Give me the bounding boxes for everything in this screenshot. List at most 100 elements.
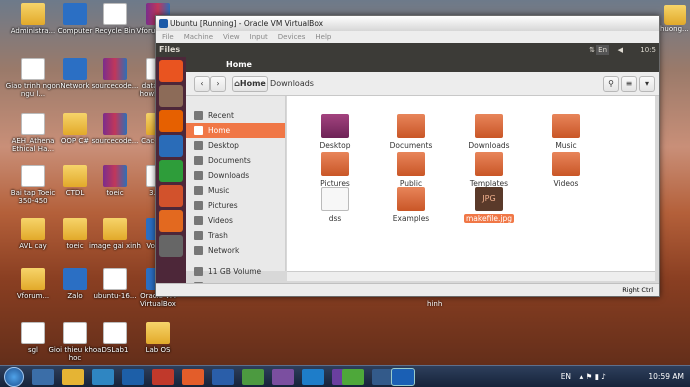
zalo-taskbar-icon[interactable] [122, 369, 144, 385]
ppt-taskbar-icon[interactable] [182, 369, 204, 385]
sidebar-item[interactable]: Documents [186, 153, 285, 168]
desktop-icon[interactable]: Lab OS [128, 322, 188, 354]
settings-icon[interactable] [159, 235, 183, 257]
ie-icon[interactable] [32, 369, 54, 385]
vm-menu-input[interactable]: Input [250, 33, 268, 41]
vm-menu-devices[interactable]: Devices [278, 33, 306, 41]
sidebar-item[interactable]: 11 GB Volume [186, 264, 285, 279]
writer-icon[interactable] [159, 135, 183, 157]
media-icon[interactable] [92, 369, 114, 385]
sidebar-item[interactable]: Network [186, 243, 285, 258]
vm-title-bar[interactable]: Ubuntu [Running] - Oracle VM VirtualBox [156, 16, 659, 31]
virtualbox-window[interactable]: Ubuntu [Running] - Oracle VM VirtualBox … [155, 15, 660, 297]
vm-menu-view[interactable]: View [223, 33, 240, 41]
cmd-taskbar-icon[interactable] [372, 369, 394, 385]
folder-icon [397, 187, 425, 211]
file-item[interactable]: Documents [381, 114, 441, 150]
folder-icon [321, 114, 349, 138]
search-icon[interactable]: ⚲ [603, 76, 619, 92]
sidebar-item[interactable]: Trash [186, 228, 285, 243]
file-item[interactable]: Pictures [305, 152, 365, 188]
onenote-taskbar-icon[interactable] [272, 369, 294, 385]
list-view-icon[interactable]: ≡ [621, 76, 637, 92]
forward-button[interactable]: › [210, 76, 226, 92]
rar-icon [103, 165, 127, 187]
explorer-icon[interactable] [62, 369, 84, 385]
sidebar-item-label: Music [208, 186, 230, 195]
file-item-label: Videos [553, 179, 579, 188]
files-launcher-icon[interactable] [159, 85, 183, 107]
volume-icon[interactable]: ◀ [618, 45, 623, 55]
clock-icon [194, 111, 203, 120]
file-item-label: Documents [389, 141, 433, 150]
excel-taskbar-icon[interactable] [242, 369, 264, 385]
file-item[interactable]: JPG makefile.jpg [459, 187, 519, 223]
file-item[interactable]: Templates [459, 152, 519, 188]
file-item[interactable]: Music [536, 114, 596, 150]
vm-status-bar: Right Ctrl [156, 283, 659, 296]
horizontal-scrollbar[interactable] [287, 271, 655, 281]
calc-icon[interactable] [159, 160, 183, 182]
sidebar-item[interactable]: Pictures [186, 198, 285, 213]
back-button[interactable]: ‹ [194, 76, 210, 92]
vm-menu-machine[interactable]: Machine [184, 33, 213, 41]
language-indicator[interactable]: EN [561, 372, 571, 381]
app-icon [63, 58, 87, 80]
file-item[interactable]: Desktop [305, 114, 365, 150]
doc-icon [103, 3, 127, 25]
sidebar-item[interactable]: Recent [186, 108, 285, 123]
start-button[interactable] [4, 367, 24, 387]
text-file-icon [321, 187, 349, 211]
word-taskbar-icon[interactable] [212, 369, 234, 385]
host-key-label: Right Ctrl [622, 286, 653, 294]
doc-icon [21, 113, 45, 135]
doc-icon [21, 322, 45, 344]
firefox-icon[interactable] [159, 110, 183, 132]
file-item-label: makefile.jpg [459, 214, 519, 223]
vm-menu-help[interactable]: Help [315, 33, 331, 41]
sidebar-item[interactable]: Music [186, 183, 285, 198]
path-downloads-button[interactable]: Downloads [268, 76, 316, 92]
sidebar-item-label: Home [208, 126, 231, 135]
menu-icon[interactable]: ▾ [639, 76, 655, 92]
stray-label: hinh [427, 300, 443, 308]
mail-taskbar-icon[interactable] [302, 369, 324, 385]
network-indicator-icon[interactable]: ⇅ [589, 45, 595, 55]
folder-icon [475, 152, 503, 176]
path-home-button[interactable]: ⌂Home [232, 76, 268, 92]
pictures-icon [194, 201, 203, 210]
file-item-label: dss [328, 214, 342, 223]
doc-icon [103, 322, 127, 344]
file-item[interactable]: Public [381, 152, 441, 188]
vm-menu-file[interactable]: File [162, 33, 174, 41]
dash-icon[interactable] [159, 60, 183, 82]
sidebar-item[interactable]: Downloads [186, 168, 285, 183]
folder-icon [63, 113, 87, 135]
sidebar-item[interactable]: Desktop [186, 138, 285, 153]
top-panel-app: Files [159, 45, 181, 54]
virtualbox-taskbar-icon[interactable] [391, 368, 415, 386]
file-item-label: makefile.jpg [463, 214, 514, 223]
taskbar-clock[interactable]: 10:59 AM [648, 372, 684, 381]
tray-icons[interactable]: ▴ ⚑ ▮ ♪ [579, 372, 606, 381]
desktop-icon-label: Lab OS [145, 346, 171, 354]
file-view[interactable]: Desktop Documents Downloads Music Pictures Pu… [287, 96, 655, 271]
file-item[interactable]: Videos [536, 152, 596, 188]
software-center-icon[interactable] [159, 210, 183, 232]
drive-icon [194, 267, 203, 276]
sidebar-item[interactable]: Videos [186, 213, 285, 228]
sidebar-item-label: 11 GB Volume [208, 267, 262, 276]
chrome-taskbar-icon[interactable] [342, 369, 364, 385]
folder-icon [552, 152, 580, 176]
file-item[interactable]: dss [305, 187, 365, 223]
image-file-icon: JPG [475, 187, 503, 211]
file-item[interactable]: Examples [381, 187, 441, 223]
rar-icon [103, 113, 127, 135]
sidebar-item[interactable]: Home [186, 123, 285, 138]
app-icon [63, 268, 87, 290]
language-indicator[interactable]: En [596, 45, 609, 55]
impress-icon[interactable] [159, 185, 183, 207]
file-item[interactable]: Downloads [459, 114, 519, 150]
app-taskbar-icon[interactable] [152, 369, 174, 385]
clock[interactable]: 10:5 [640, 45, 656, 55]
